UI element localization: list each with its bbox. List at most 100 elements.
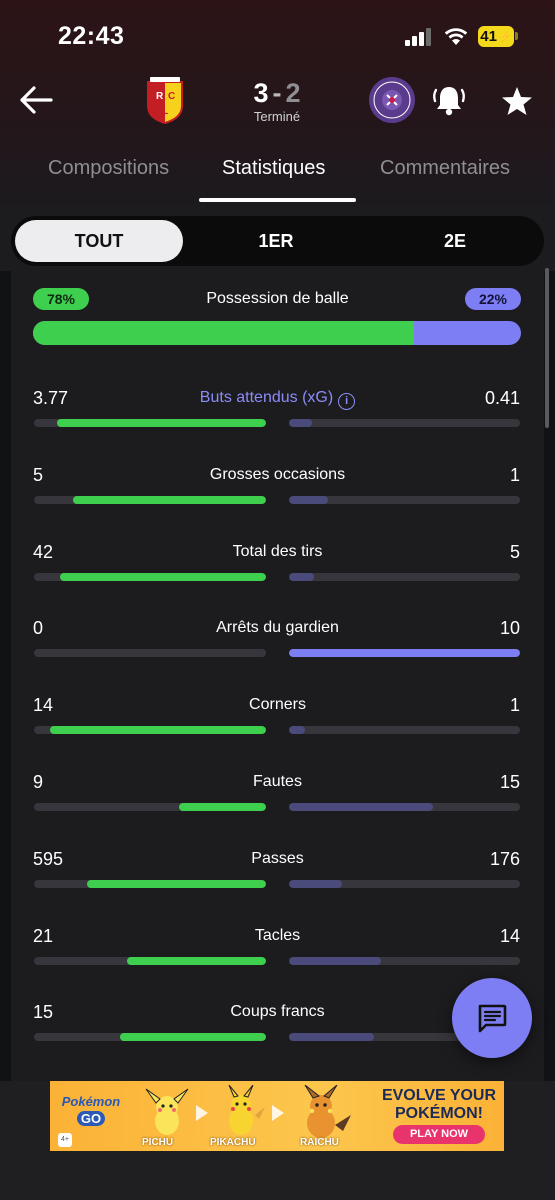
info-icon[interactable]: i (338, 393, 356, 410)
cellular-signal-icon (405, 28, 433, 46)
stat-away-fill (289, 957, 382, 965)
svg-text:C: C (168, 91, 175, 102)
stat-away-value: 176 (489, 849, 520, 869)
pichu-icon (145, 1088, 189, 1135)
stat-away-track (289, 726, 520, 734)
svg-text:L: L (162, 106, 168, 117)
stat-away-track (289, 419, 520, 427)
match-tabs: s Compositions Statistiques Commentaires (0, 145, 555, 205)
stat-away-fill (289, 803, 434, 811)
stat-away-fill (289, 573, 315, 581)
stat-home-fill (59, 573, 266, 581)
ad-headline: EVOLVE YOUR POKÉMON! (380, 1087, 498, 1123)
stat-away-fill (289, 1033, 375, 1041)
stat-label-xg-link[interactable]: Buts attendus (xG) i (11, 389, 544, 410)
stats-scrollbar[interactable] (545, 268, 549, 428)
stat-label-text: Total des tirs (232, 543, 323, 560)
stat-home-track (34, 1033, 266, 1041)
match-summary: R C L 3-2 Terminé (0, 70, 555, 132)
pikachu-icon (228, 1085, 265, 1135)
stat-away-value: 10 (499, 618, 520, 638)
chat-bubble-icon (478, 1004, 507, 1033)
possession-bar-home-fill (33, 321, 414, 345)
stat-away-fill (289, 880, 343, 888)
battery-icon: 41 ⚡ (478, 26, 514, 47)
tab-commentaires[interactable]: Commentaires (380, 157, 510, 180)
stat-home-track (34, 957, 266, 965)
stat-away-fill (289, 419, 313, 427)
ad-headline-line1: EVOLVE YOUR (381, 1087, 497, 1104)
away-team-crest-icon[interactable] (368, 76, 416, 124)
stat-away-fill (289, 649, 520, 657)
stat-label-text: Tacles (254, 927, 301, 944)
stat-home-fill (87, 880, 266, 888)
stat-home-fill (57, 419, 266, 427)
stats-card: 78% Possession de balle 22% 3.77 Buts att… (11, 271, 544, 1081)
match-header: 22:43 41 ⚡ R C L 3-2 Terminé Composition… (0, 0, 555, 205)
stat-label-text: Arrêts du gardien (216, 619, 339, 636)
period-option-tout[interactable]: TOUT (15, 220, 183, 262)
pokemon-go-logo: Pokémon GO (58, 1095, 124, 1135)
stat-label-text: Coups francs (230, 1003, 325, 1020)
evolve-arrow-icon (196, 1105, 208, 1121)
stat-away-track (289, 649, 520, 657)
score-separator: - (272, 78, 282, 108)
period-option-1er[interactable]: 1ER (189, 220, 363, 262)
stat-label: Fautes (11, 773, 544, 791)
stat-home-track (34, 649, 266, 657)
favorite-star-icon[interactable] (500, 84, 534, 118)
stat-label: Total des tirs (11, 543, 544, 561)
stat-label: Passes (11, 850, 544, 868)
back-arrow-icon[interactable] (18, 84, 54, 116)
scoreline: 3-2 (228, 78, 326, 109)
stat-home-track (34, 573, 266, 581)
stat-away-value: 1 (509, 465, 520, 485)
period-option-2e[interactable]: 2E (369, 220, 541, 262)
home-score: 3 (253, 78, 269, 108)
evolve-arrow-icon (272, 1105, 284, 1121)
active-tab-indicator (199, 198, 356, 202)
stat-label-text: Grosses occasions (209, 466, 346, 483)
stat-row: 3.77 Buts attendus (xG) i 0.41 (11, 388, 544, 444)
stat-away-track (289, 496, 520, 504)
ad-brand-go: GO (77, 1111, 105, 1126)
stat-label: Arrêts du gardien (11, 619, 544, 637)
period-selector-bar: TOUT 1ER 2E (0, 205, 555, 271)
status-bar: 22:43 41 ⚡ (0, 0, 555, 70)
home-team-crest-icon[interactable]: R C L (145, 76, 185, 124)
tab-compositions[interactable]: Compositions (48, 157, 169, 180)
ad-pokemon-name-2: PIKACHU (210, 1137, 256, 1148)
ad-age-rating: 4+ (58, 1133, 72, 1147)
raichu-icon (304, 1085, 351, 1138)
period-segmented-control: TOUT 1ER 2E (11, 216, 544, 266)
ad-play-now-button[interactable]: PLAY NOW (393, 1125, 485, 1144)
stat-row: 595 Passes 176 (11, 849, 544, 905)
stat-label-text: Corners (249, 696, 306, 713)
stat-home-fill (73, 496, 266, 504)
away-score: 2 (285, 78, 301, 108)
stat-home-fill (126, 957, 266, 965)
stat-home-fill (50, 726, 266, 734)
stat-away-fill (289, 496, 329, 504)
stat-away-value: 14 (499, 926, 520, 946)
stat-home-track (34, 496, 266, 504)
wifi-icon (444, 28, 468, 45)
tab-statistiques[interactable]: Statistiques (222, 157, 325, 180)
ad-banner[interactable]: Pokémon GO 4+ PICHU PIKACHU RAICHU EVOLV… (50, 1081, 504, 1151)
stat-home-track (34, 726, 266, 734)
ad-pokemon-name-3: RAICHU (300, 1137, 339, 1148)
notification-bell-icon[interactable] (431, 82, 467, 118)
ad-brand-name: Pokémon (61, 1094, 121, 1109)
possession-away-badge: 22% (465, 288, 521, 310)
match-status: Terminé (253, 109, 301, 124)
stat-away-value: 1 (509, 695, 520, 715)
comments-chat-button[interactable] (452, 978, 532, 1058)
stat-home-fill (119, 1033, 266, 1041)
stat-row: 42 Total des tirs 5 (11, 542, 544, 598)
stat-label-text: Buts attendus (xG) (199, 389, 334, 406)
stat-home-fill (179, 803, 266, 811)
stat-label: Tacles (11, 927, 544, 945)
status-time: 22:43 (58, 22, 125, 50)
svg-text:R: R (156, 91, 164, 102)
stat-away-track (289, 803, 520, 811)
